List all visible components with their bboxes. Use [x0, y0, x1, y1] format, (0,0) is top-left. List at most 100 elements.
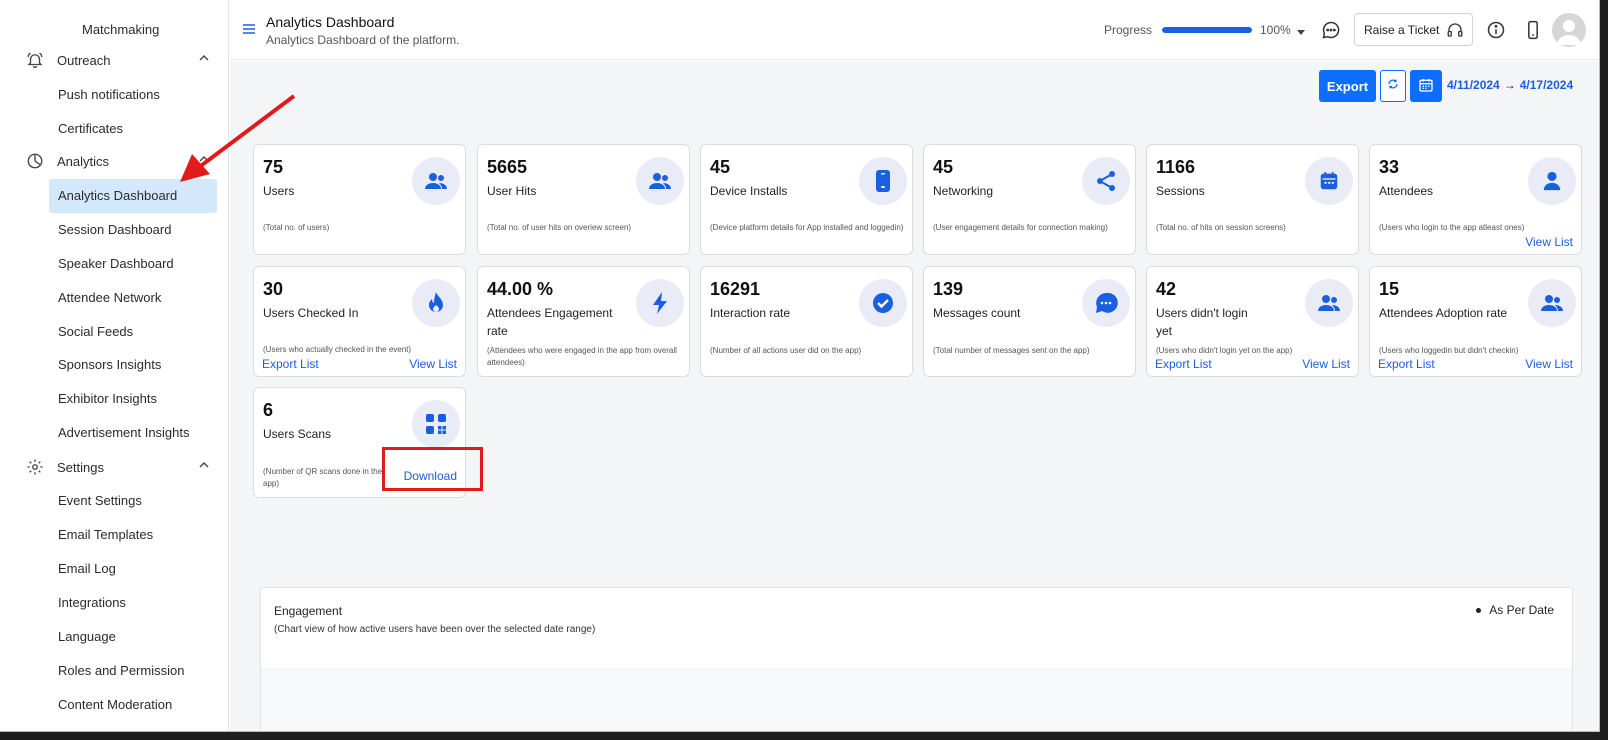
- stat-description: (Attendees who were engaged in the app f…: [487, 346, 677, 367]
- refresh-icon: [1387, 77, 1399, 95]
- sidebar-item-exhibitor-insights[interactable]: Exhibitor Insights: [58, 391, 157, 406]
- stat-label: Networking: [933, 184, 994, 198]
- sidebar-item-sponsors-insights[interactable]: Sponsors Insights: [58, 357, 161, 372]
- info-icon[interactable]: [1486, 20, 1506, 45]
- stat-label: Users didn't login yet: [1156, 306, 1248, 338]
- sidebar-section-outreach[interactable]: Outreach: [25, 50, 210, 70]
- stat-label: User Hits: [487, 184, 537, 198]
- chevron-up-icon: [198, 52, 210, 67]
- stat-card-users-didnt-login: 42 Users didn't login yet (Users who did…: [1146, 266, 1359, 377]
- export-button[interactable]: Export: [1319, 70, 1376, 102]
- export-label: Export: [1326, 78, 1369, 94]
- sidebar-item-language[interactable]: Language: [58, 629, 116, 644]
- app-window: Matchmaking Outreach Push notifications …: [0, 0, 1600, 732]
- chevron-up-icon: [198, 459, 210, 474]
- sidebar-item-content-moderation[interactable]: Content Moderation: [58, 697, 172, 712]
- sidebar-item-email-templates[interactable]: Email Templates: [58, 527, 153, 542]
- stat-value: 42: [1156, 279, 1177, 299]
- stat-value: 45: [933, 157, 954, 177]
- stat-card-sessions: 1166 Sessions (Total no. of hits on sess…: [1146, 144, 1359, 255]
- device-icon: [859, 157, 907, 205]
- raise-ticket-button[interactable]: Raise a Ticket: [1354, 13, 1473, 46]
- engagement-panel: Engagement (Chart view of how active use…: [260, 587, 1573, 731]
- refresh-button[interactable]: [1380, 70, 1406, 102]
- export-list-link[interactable]: Export List: [262, 357, 319, 371]
- legend-label: As Per Date: [1489, 603, 1554, 617]
- stat-value: 6: [263, 400, 274, 420]
- top-header: Analytics Dashboard Analytics Dashboard …: [230, 0, 1599, 60]
- sidebar-item-roles-and-permission[interactable]: Roles and Permission: [58, 663, 184, 678]
- stat-description: (Number of QR scans done in the app): [263, 467, 383, 488]
- stat-card-device-installs: 45 Device Installs (Device platform deta…: [700, 144, 913, 255]
- sidebar-section-label: Settings: [57, 459, 104, 475]
- stat-value: 5665: [487, 157, 528, 177]
- engagement-subtitle: (Chart view of how active users have bee…: [274, 624, 596, 635]
- stat-description: (Total no. of users): [263, 223, 330, 232]
- stat-label: Users Checked In: [263, 306, 359, 320]
- sidebar-item-integrations[interactable]: Integrations: [58, 595, 126, 610]
- stat-card-attendees: 33 Attendees (Users who login to the app…: [1369, 144, 1582, 255]
- sidebar-item-push-notifications[interactable]: Push notifications: [58, 87, 160, 102]
- view-list-link[interactable]: View List: [1525, 357, 1573, 371]
- stat-description: (Users who loggedin but didn't checkin): [1379, 346, 1519, 355]
- legend-bullet: [1476, 607, 1482, 613]
- annotation-arrow: [180, 94, 296, 182]
- stat-value: 33: [1379, 157, 1400, 177]
- progress-bar: [1162, 27, 1252, 33]
- stat-description: (Users who actually checked in the event…: [263, 345, 412, 354]
- bolt-icon: [636, 279, 684, 327]
- view-list-link[interactable]: View List: [1525, 235, 1573, 249]
- stat-card-user-hits: 5665 User Hits (Total no. of user hits o…: [477, 144, 690, 255]
- share-icon: [1082, 157, 1130, 205]
- stat-card-users-checked-in: 30 Users Checked In (Users who actually …: [253, 266, 466, 377]
- mobile-phone-icon[interactable]: [1524, 20, 1542, 45]
- stat-value: 139: [933, 279, 964, 299]
- sidebar-section-label: Outreach: [57, 52, 111, 68]
- date-to: 4/17/2024: [1519, 78, 1574, 92]
- stat-card-engagement-rate: 44.00 % Attendees Engagement rate (Atten…: [477, 266, 690, 377]
- sidebar-item-matchmaking[interactable]: Matchmaking: [82, 22, 159, 37]
- export-list-link[interactable]: Export List: [1378, 357, 1435, 371]
- sidebar-item-certificates[interactable]: Certificates: [58, 121, 123, 136]
- stat-description: (Number of all actions user did on the a…: [710, 346, 862, 355]
- sidebar-item-email-log[interactable]: Email Log: [58, 561, 116, 576]
- hamburger-menu-icon[interactable]: [242, 22, 256, 41]
- sidebar-item-event-settings[interactable]: Event Settings: [58, 493, 142, 508]
- stat-value: 30: [263, 279, 284, 299]
- users-icon: [1305, 279, 1353, 327]
- sidebar-section-settings[interactable]: Settings: [25, 457, 210, 477]
- stat-description: (Total number of messages sent on the ap…: [933, 346, 1090, 355]
- sidebar-item-session-dashboard[interactable]: Session Dashboard: [58, 222, 171, 237]
- sidebar-item-attendee-network[interactable]: Attendee Network: [58, 290, 161, 305]
- pie-chart-icon: [25, 151, 45, 171]
- sidebar-item-speaker-dashboard[interactable]: Speaker Dashboard: [58, 256, 174, 271]
- view-list-link[interactable]: View List: [1302, 357, 1350, 371]
- caret-down-icon[interactable]: [1296, 24, 1306, 42]
- sidebar-item-advertisement-insights[interactable]: Advertisement Insights: [58, 425, 190, 440]
- stat-label: Messages count: [933, 306, 1021, 320]
- stat-value: 44.00 %: [487, 279, 554, 299]
- users-icon: [636, 157, 684, 205]
- avatar[interactable]: [1552, 13, 1586, 47]
- sidebar-item-analytics-dashboard[interactable]: Analytics Dashboard: [58, 188, 177, 203]
- stat-card-interaction-rate: 16291 Interaction rate (Number of all ac…: [700, 266, 913, 377]
- sidebar-section-label: Analytics: [57, 153, 110, 169]
- date-range[interactable]: 4/11/2024 → 4/17/2024: [1447, 78, 1573, 92]
- flame-icon: [412, 279, 460, 327]
- date-picker-button[interactable]: [1410, 70, 1442, 102]
- stat-card-networking: 45 Networking (User engagement details f…: [923, 144, 1136, 255]
- headset-icon: [1446, 21, 1464, 42]
- stat-value: 16291: [710, 279, 761, 299]
- qr-icon: [412, 400, 460, 448]
- view-list-link[interactable]: View List: [409, 357, 457, 371]
- stat-label: Sessions: [1156, 184, 1205, 198]
- stat-value: 45: [710, 157, 731, 177]
- sidebar-item-social-feeds[interactable]: Social Feeds: [58, 324, 133, 339]
- stat-value: 1166: [1156, 157, 1196, 177]
- user-icon: [1528, 157, 1576, 205]
- stat-description: (Device platform details for App install…: [710, 223, 904, 232]
- chat-bubble-icon[interactable]: [1321, 20, 1341, 45]
- gear-icon: [25, 457, 45, 477]
- export-list-link[interactable]: Export List: [1155, 357, 1212, 371]
- date-from: 4/11/2024: [1447, 78, 1500, 92]
